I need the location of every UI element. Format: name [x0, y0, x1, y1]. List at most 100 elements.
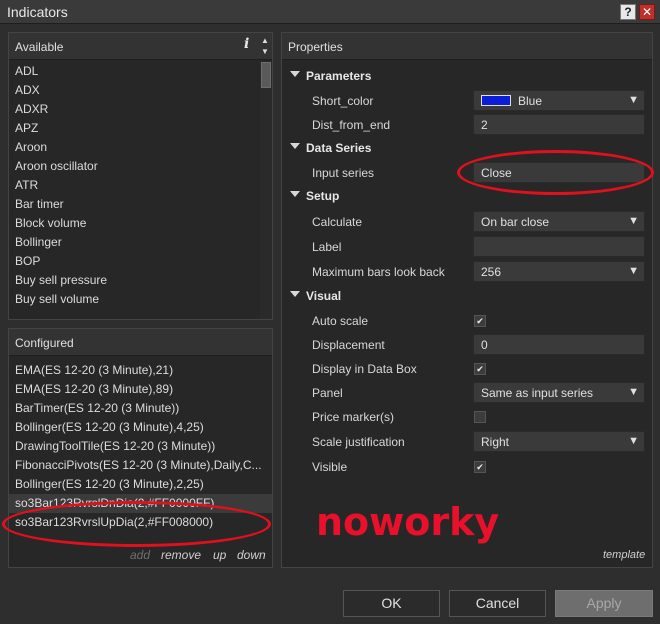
category-visual[interactable]: Visual	[282, 285, 652, 309]
apply-button[interactable]: Apply	[555, 590, 653, 617]
collapse-arrow-icon[interactable]	[290, 191, 300, 197]
available-panel: Available i ▲ ▼ ADL ADX ADXR APZ Aroon Ar…	[8, 32, 273, 320]
chevron-down-icon: ▼	[628, 386, 639, 398]
list-item[interactable]: BarTimer(ES 12-20 (3 Minute))	[9, 399, 272, 418]
display-in-data-box-checkbox[interactable]: ✔	[474, 363, 486, 375]
category-label: Setup	[306, 189, 340, 203]
property-scale-justification: Scale justification Right ▼	[282, 430, 652, 454]
list-item[interactable]: Bar timer	[9, 195, 257, 214]
list-item[interactable]: Buy sell pressure	[9, 271, 257, 290]
properties-header-label: Properties	[288, 40, 343, 54]
auto-scale-checkbox[interactable]: ✔	[474, 315, 486, 327]
max-bars-dropdown[interactable]: 256 ▼	[473, 261, 645, 282]
property-calculate: Calculate On bar close ▼	[282, 210, 652, 234]
dropdown-value: Same as input series	[481, 386, 594, 400]
list-item[interactable]: DrawingToolTile(ES 12-20 (3 Minute))	[9, 437, 272, 456]
property-dist-from-end: Dist_from_end 2	[282, 113, 652, 137]
property-auto-scale: Auto scale ✔	[282, 309, 652, 333]
collapse-arrow-icon[interactable]	[290, 291, 300, 297]
available-scrollbar[interactable]	[260, 62, 272, 319]
property-label: Price marker(s)	[312, 410, 395, 424]
properties-panel: Properties Parameters Short_color Blue ▼…	[281, 32, 653, 568]
list-item[interactable]: Aroon oscillator	[9, 157, 257, 176]
price-marker-checkbox[interactable]	[474, 411, 486, 423]
template-link[interactable]: template	[603, 549, 645, 561]
remove-link[interactable]: remove	[161, 548, 201, 562]
available-list: ADL ADX ADXR APZ Aroon Aroon oscillator …	[9, 62, 257, 309]
dropdown-value: 256	[481, 265, 502, 279]
collapse-arrow-icon[interactable]	[290, 71, 300, 77]
info-icon[interactable]: i	[244, 36, 249, 52]
scrollbar-thumb[interactable]	[261, 62, 271, 88]
property-panel: Panel Same as input series ▼	[282, 381, 652, 405]
annotation-ellipse	[2, 501, 271, 547]
property-label: Visible	[312, 460, 348, 474]
list-item[interactable]: Bollinger(ES 12-20 (3 Minute),4,25)	[9, 418, 272, 437]
list-item[interactable]: Aroon	[9, 138, 257, 157]
chevron-down-icon: ▼	[628, 94, 639, 106]
property-label: Scale justification	[312, 435, 405, 449]
category-label: Visual	[306, 289, 342, 303]
annotation-ellipse	[457, 150, 654, 195]
available-header-label: Available	[15, 40, 64, 54]
panel-dropdown[interactable]: Same as input series ▼	[473, 382, 645, 403]
color-swatch	[481, 95, 511, 106]
displacement-input[interactable]: 0	[473, 334, 645, 355]
chevron-down-icon: ▼	[628, 265, 639, 277]
available-header: Available i ▲ ▼	[9, 33, 272, 60]
visible-checkbox[interactable]: ✔	[474, 461, 486, 473]
list-item[interactable]: Block volume	[9, 214, 257, 233]
title-bar: Indicators ? ✕	[0, 0, 660, 24]
list-item[interactable]: Bollinger(ES 12-20 (3 Minute),2,25)	[9, 475, 272, 494]
annotation-text: noworky	[316, 500, 500, 544]
add-link[interactable]: add	[130, 548, 150, 562]
property-visible: Visible ✔	[282, 455, 652, 479]
category-label: Parameters	[306, 69, 372, 83]
list-item[interactable]: ADL	[9, 62, 257, 81]
list-item[interactable]: EMA(ES 12-20 (3 Minute),21)	[9, 361, 272, 380]
property-label: Input series	[312, 166, 375, 180]
collapse-arrow-icon[interactable]	[290, 143, 300, 149]
cancel-button[interactable]: Cancel	[449, 590, 546, 617]
property-display-in-data-box: Display in Data Box ✔	[282, 357, 652, 381]
scale-justification-dropdown[interactable]: Right ▼	[473, 431, 645, 452]
list-item[interactable]: ADXR	[9, 100, 257, 119]
ok-button[interactable]: OK	[343, 590, 440, 617]
property-label-field: Label	[282, 235, 652, 259]
property-label: Label	[312, 240, 342, 254]
property-displacement: Displacement 0	[282, 333, 652, 357]
property-label: Auto scale	[312, 314, 369, 328]
configured-header-label: Configured	[15, 336, 74, 350]
move-down-link[interactable]: down	[237, 548, 266, 562]
dist-from-end-input[interactable]: 2	[473, 114, 645, 135]
list-item[interactable]: APZ	[9, 119, 257, 138]
property-price-marker: Price marker(s)	[282, 405, 652, 429]
list-item[interactable]: EMA(ES 12-20 (3 Minute),89)	[9, 380, 272, 399]
property-label: Dist_from_end	[312, 118, 391, 132]
property-short-color: Short_color Blue ▼	[282, 89, 652, 113]
category-label: Data Series	[306, 141, 372, 155]
configured-header: Configured	[9, 329, 272, 356]
list-item[interactable]: Bollinger	[9, 233, 257, 252]
chevron-down-icon: ▼	[628, 215, 639, 227]
list-item[interactable]: ADX	[9, 81, 257, 100]
category-parameters[interactable]: Parameters	[282, 65, 652, 89]
list-item[interactable]: Buy sell volume	[9, 290, 257, 309]
properties-header: Properties	[282, 33, 652, 60]
scroll-up-down-icon[interactable]: ▲ ▼	[261, 35, 269, 57]
list-item[interactable]: ATR	[9, 176, 257, 195]
help-icon[interactable]: ?	[620, 4, 636, 20]
list-item[interactable]: FibonacciPivots(ES 12-20 (3 Minute),Dail…	[9, 456, 272, 475]
window-title: Indicators	[7, 4, 68, 20]
list-item[interactable]: BOP	[9, 252, 257, 271]
property-label: Displacement	[312, 338, 385, 352]
configured-actions: add remove up down	[9, 548, 272, 566]
close-icon[interactable]: ✕	[639, 4, 655, 20]
property-label: Short_color	[312, 94, 374, 108]
calculate-dropdown[interactable]: On bar close ▼	[473, 211, 645, 232]
move-up-link[interactable]: up	[213, 548, 226, 562]
property-label: Display in Data Box	[312, 362, 417, 376]
property-label: Maximum bars look back	[312, 265, 445, 279]
color-dropdown[interactable]: Blue ▼	[473, 90, 645, 111]
label-input[interactable]	[473, 236, 645, 257]
